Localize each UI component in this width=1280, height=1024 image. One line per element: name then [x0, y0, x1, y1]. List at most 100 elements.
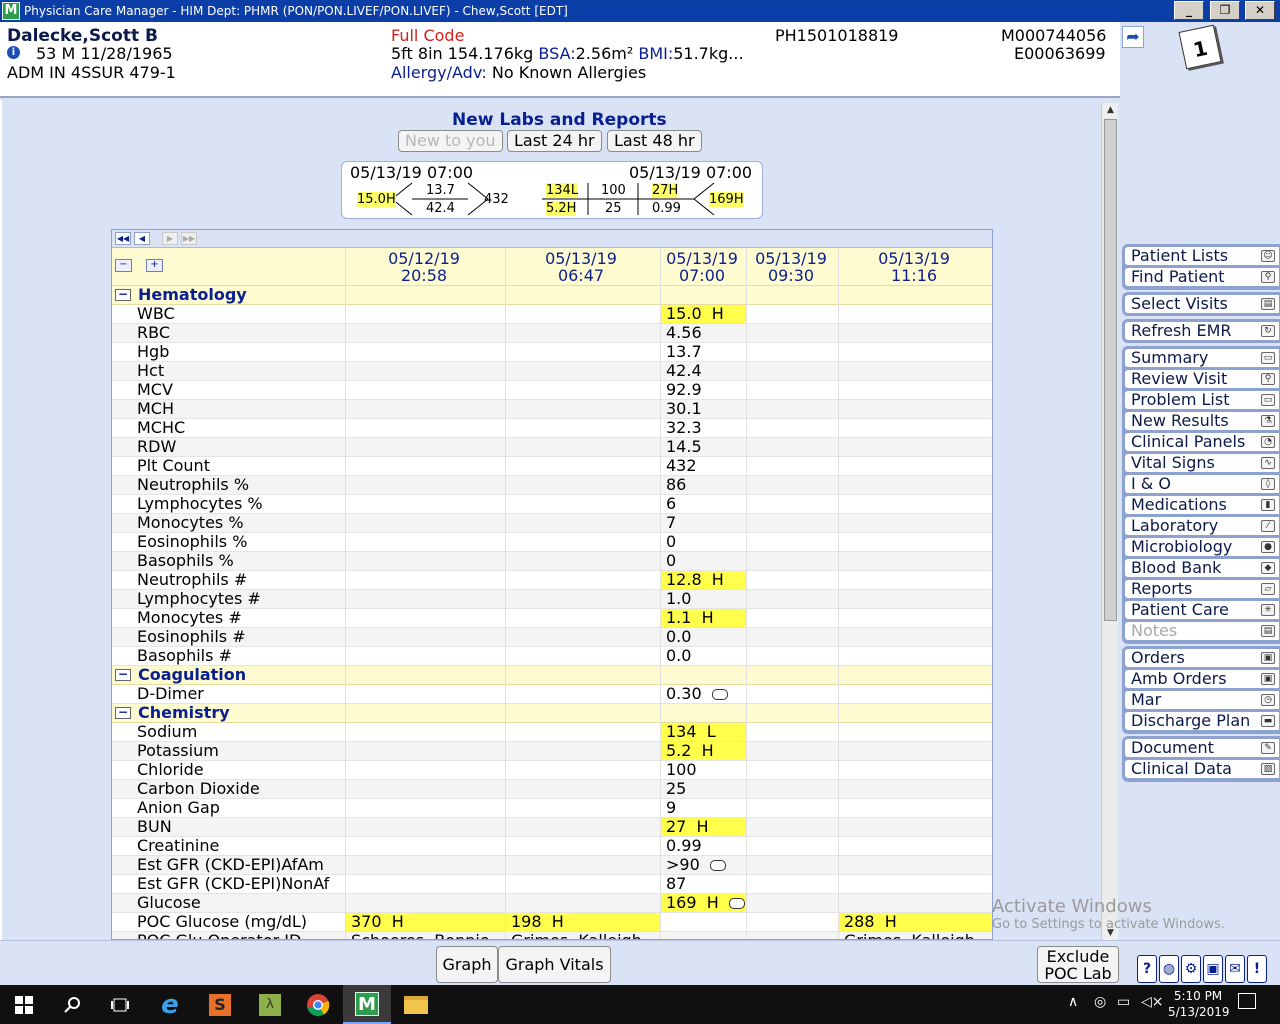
result-row[interactable]: Neutrophils # 12.8 H — [112, 571, 992, 590]
result-value[interactable]: 288 H — [839, 913, 992, 931]
windows-start-icon[interactable] — [0, 985, 48, 1024]
patient-name[interactable]: Dalecke,Scott B — [7, 26, 158, 46]
result-value[interactable]: >90 — [661, 856, 746, 874]
tab-last-24-hr[interactable]: Last 24 hr — [507, 130, 602, 152]
meditech-taskbar-icon[interactable]: M — [343, 985, 391, 1024]
result-value[interactable]: 13.7 — [661, 343, 746, 361]
result-row[interactable]: Est GFR (CKD-EPI)AfAm >90 — [112, 856, 992, 875]
column-header-4[interactable]: 05/13/19 11:16 — [838, 250, 990, 284]
result-value[interactable]: 42.4 — [661, 362, 746, 380]
message-icon[interactable]: ✉ — [1225, 955, 1245, 983]
result-value[interactable]: 100 — [661, 761, 746, 779]
minimize-button[interactable]: _ — [1174, 1, 1204, 20]
nav-clinical-panels[interactable]: Clinical Panels ◔ — [1124, 432, 1280, 452]
file-explorer-icon[interactable] — [392, 985, 440, 1024]
result-value[interactable]: 5.2 H — [661, 742, 746, 760]
result-value[interactable]: 0.99 — [661, 837, 746, 855]
result-row[interactable]: D-Dimer 0.30 — [112, 685, 992, 704]
graph-vitals-button[interactable]: Graph Vitals — [498, 946, 611, 983]
nav-find-patient[interactable]: Find Patient ⚲ — [1124, 267, 1280, 287]
result-row[interactable]: Neutrophils % 86 — [112, 476, 992, 495]
nav-summary[interactable]: Summary ▭ — [1124, 348, 1280, 368]
result-value[interactable]: 92.9 — [661, 381, 746, 399]
result-row[interactable]: Lymphocytes # 1.0 — [112, 590, 992, 609]
exclude-poc-lab-button[interactable]: Exclude POC Lab — [1037, 946, 1119, 983]
previous-page-icon[interactable]: ◀ — [134, 232, 150, 245]
forward-arrow-icon[interactable]: ➦ — [1122, 26, 1144, 48]
result-row[interactable]: POC Glu Operator ID Schoeres, Bonnie Grime… — [112, 932, 992, 939]
tray-sync-icon[interactable]: ◎ — [1094, 994, 1106, 1010]
nav-blood-bank[interactable]: Blood Bank ◆ — [1124, 558, 1280, 578]
collapse-toggle-icon[interactable]: − — [115, 706, 131, 719]
nav-vital-signs[interactable]: Vital Signs ∿ — [1124, 453, 1280, 473]
result-value[interactable]: 14.5 — [661, 438, 746, 456]
internet-explorer-icon[interactable]: e — [146, 985, 194, 1024]
collapse-toggle-icon[interactable]: − — [115, 288, 131, 301]
vertical-scrollbar[interactable]: ▲ ▼ — [1101, 103, 1118, 941]
globe-icon[interactable]: ◍ — [1159, 955, 1179, 983]
result-row[interactable]: Lymphocytes % 6 — [112, 495, 992, 514]
result-row[interactable]: RDW 14.5 — [112, 438, 992, 457]
nav-document[interactable]: Document ✎ — [1124, 738, 1280, 758]
result-value[interactable]: 6 — [661, 495, 746, 513]
nav-new-results[interactable]: New Results ⚗ — [1124, 411, 1280, 431]
result-value[interactable]: 432 — [661, 457, 746, 475]
search-icon[interactable] — [48, 985, 96, 1024]
nav-problem-list[interactable]: Problem List ▭ — [1124, 390, 1280, 410]
expand-all-icon[interactable]: + — [146, 259, 163, 272]
result-value[interactable]: 9 — [661, 799, 746, 817]
result-value[interactable]: 30.1 — [661, 400, 746, 418]
result-row[interactable]: MCHC 32.3 — [112, 419, 992, 438]
result-value[interactable]: 0 — [661, 552, 746, 570]
tab-new-to-you[interactable]: New to you — [398, 130, 503, 152]
app-s-icon[interactable]: S — [196, 985, 244, 1024]
task-view-icon[interactable] — [96, 985, 144, 1024]
result-value[interactable]: 0.30 — [661, 685, 746, 703]
result-row[interactable]: Anion Gap 9 — [112, 799, 992, 818]
result-row[interactable]: Carbon Dioxide 25 — [112, 780, 992, 799]
result-row[interactable]: Eosinophils % 0 — [112, 533, 992, 552]
allergy-line[interactable]: Allergy/Adv: No Known Allergies — [391, 63, 646, 82]
result-value[interactable]: 25 — [661, 780, 746, 798]
clock[interactable]: 5:10 PM 5/13/2019 — [1168, 988, 1230, 1020]
column-header-0[interactable]: 05/12/19 20:58 — [345, 250, 503, 284]
result-value[interactable]: 7 — [661, 514, 746, 532]
result-row[interactable]: Monocytes # 1.1 H — [112, 609, 992, 628]
result-value[interactable]: 0.0 — [661, 647, 746, 665]
nav-reports[interactable]: Reports ▱ — [1124, 579, 1280, 599]
nav-patient-lists[interactable]: Patient Lists ☺ — [1124, 246, 1280, 266]
nav-orders[interactable]: Orders ▣ — [1124, 648, 1280, 668]
nav-amb-orders[interactable]: Amb Orders ▣ — [1124, 669, 1280, 689]
result-value[interactable]: 15.0 H — [661, 305, 746, 323]
nav-i-o[interactable]: I & O ◊ — [1124, 474, 1280, 494]
result-row[interactable]: Hct 42.4 — [112, 362, 992, 381]
result-value[interactable]: 4.56 — [661, 324, 746, 342]
comment-icon[interactable] — [728, 898, 745, 909]
result-row[interactable]: WBC 15.0 H — [112, 305, 992, 324]
nav-mar[interactable]: Mar ◷ — [1124, 690, 1280, 710]
section-header[interactable]: − Coagulation — [112, 666, 992, 685]
result-row[interactable]: Potassium 5.2 H — [112, 742, 992, 761]
lock-icon[interactable]: ▣ — [1203, 955, 1223, 983]
notifications-icon[interactable] — [1238, 993, 1256, 1009]
result-value[interactable]: 0.0 — [661, 628, 746, 646]
nav-refresh-emr[interactable]: Refresh EMR ↻ — [1124, 321, 1280, 341]
comment-icon[interactable] — [711, 689, 728, 700]
nav-microbiology[interactable]: Microbiology ● — [1124, 537, 1280, 557]
nav-laboratory[interactable]: Laboratory ⁄ — [1124, 516, 1280, 536]
result-row[interactable]: Est GFR (CKD-EPI)NonAf 87 — [112, 875, 992, 894]
result-row[interactable]: Hgb 13.7 — [112, 343, 992, 362]
result-value[interactable]: 134 L — [661, 723, 746, 741]
result-row[interactable]: Basophils # 0.0 — [112, 647, 992, 666]
graph-button[interactable]: Graph — [436, 946, 498, 983]
result-row[interactable]: RBC 4.56 — [112, 324, 992, 343]
restore-button[interactable]: ❐ — [1210, 1, 1240, 20]
column-header-3[interactable]: 05/13/19 09:30 — [746, 250, 836, 284]
result-row[interactable]: MCV 92.9 — [112, 381, 992, 400]
result-row[interactable]: Chloride 100 — [112, 761, 992, 780]
nav-select-visits[interactable]: Select Visits ▤ — [1124, 294, 1280, 314]
help-button[interactable]: ? — [1137, 955, 1157, 983]
nav-discharge-plan[interactable]: Discharge Plan ▬ — [1124, 711, 1280, 731]
result-value[interactable]: 198 H — [506, 913, 660, 931]
nav-patient-care[interactable]: Patient Care ✳ — [1124, 600, 1280, 620]
